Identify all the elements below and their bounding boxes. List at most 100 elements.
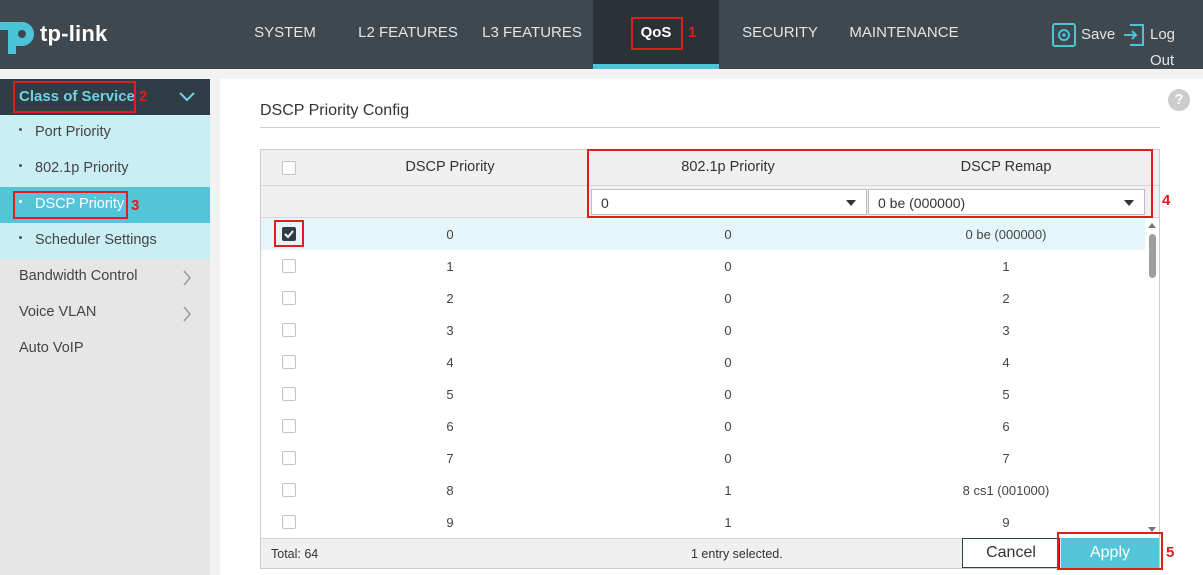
cell-remap: 9 (1002, 515, 1010, 530)
save-label: Save (1081, 26, 1116, 43)
scrollbar-thumb[interactable] (1149, 234, 1156, 278)
cell-priority: 0 (724, 323, 732, 338)
cell-dscp: 2 (446, 291, 454, 306)
main-panel: ? DSCP Priority Config DSCP Priority 802… (220, 79, 1203, 575)
logout-label: Log Out (1150, 26, 1176, 69)
sidebar-item-auto-voip[interactable]: Auto VoIP (0, 331, 210, 367)
cell-remap: 7 (1002, 451, 1010, 466)
cell-remap: 2 (1002, 291, 1010, 306)
selection-status: 1 entry selected. (691, 547, 783, 561)
column-dscp-priority: DSCP Priority (405, 159, 495, 175)
cell-remap: 8 cs1 (001000) (962, 483, 1050, 498)
sidebar-item-port-priority[interactable]: Port Priority (0, 115, 210, 151)
table-row[interactable]: 3 0 3 (261, 314, 1145, 346)
select-all-checkbox[interactable] (282, 161, 296, 175)
cell-priority: 1 (724, 515, 732, 530)
cell-remap: 1 (1002, 259, 1010, 274)
row-checkbox[interactable] (282, 451, 296, 465)
table-row[interactable]: 9 1 9 (261, 506, 1145, 538)
cell-priority: 0 (724, 451, 732, 466)
nav-maintenance[interactable]: MAINTENANCE (844, 0, 964, 69)
cell-dscp: 3 (446, 323, 454, 338)
sidebar-item-8021p-priority[interactable]: 802.1p Priority (0, 151, 210, 187)
brand-name: tp-link (40, 21, 108, 46)
row-checkbox[interactable] (282, 355, 296, 369)
table-row[interactable]: 8 1 8 cs1 (001000) (261, 474, 1145, 506)
top-bar: tp-link SYSTEM L2 FEATURES L3 FEATURES Q… (0, 0, 1203, 69)
annotation-4: 4 (1162, 192, 1171, 209)
table-row[interactable]: 0 0 0 be (000000) (261, 218, 1145, 250)
cell-remap: 4 (1002, 355, 1010, 370)
cell-dscp: 1 (446, 259, 454, 274)
highlight-box-row-checkbox (274, 220, 304, 247)
sidebar: Class of Service 2 Port Priority 802.1p … (0, 79, 210, 575)
bullet (19, 128, 22, 131)
chevron-right-icon (183, 306, 191, 322)
cell-priority: 0 (724, 419, 732, 434)
save-gear-icon (1052, 23, 1076, 47)
row-checkbox[interactable] (282, 291, 296, 305)
cell-dscp: 0 (446, 227, 454, 242)
help-icon[interactable]: ? (1168, 89, 1190, 111)
row-checkbox[interactable] (282, 323, 296, 337)
save-button[interactable]: Save (1051, 22, 1117, 48)
highlight-box-dscp-priority (13, 191, 128, 219)
cell-priority: 1 (724, 483, 732, 498)
cell-priority: 0 (724, 387, 732, 402)
scroll-up-icon (1148, 223, 1156, 228)
annotation-3: 3 (131, 197, 140, 214)
cell-remap: 3 (1002, 323, 1010, 338)
annotation-5: 5 (1166, 544, 1175, 561)
cell-dscp: 6 (446, 419, 454, 434)
cell-dscp: 8 (446, 483, 454, 498)
annotation-1: 1 (688, 24, 697, 41)
nav-l3-features[interactable]: L3 FEATURES (476, 0, 588, 69)
highlight-box-apply (1057, 532, 1163, 570)
cell-remap: 0 be (000000) (965, 227, 1047, 242)
cell-remap: 5 (1002, 387, 1010, 402)
row-checkbox[interactable] (282, 515, 296, 529)
row-checkbox[interactable] (282, 419, 296, 433)
cell-priority: 0 (724, 355, 732, 370)
nav-security[interactable]: SECURITY (732, 0, 828, 69)
cell-priority: 0 (724, 291, 732, 306)
chevron-down-icon (179, 92, 195, 102)
row-checkbox[interactable] (282, 387, 296, 401)
bullet (19, 236, 22, 239)
sidebar-item-voice-vlan[interactable]: Voice VLAN (0, 295, 210, 331)
table-footer: Total: 64 1 entry selected. Cancel Apply (261, 538, 1159, 568)
cell-dscp: 7 (446, 451, 454, 466)
highlight-box-class-of-service (13, 81, 136, 113)
table-row[interactable]: 1 0 1 (261, 250, 1145, 282)
sidebar-item-scheduler-settings[interactable]: Scheduler Settings (0, 223, 210, 259)
sidebar-item-bandwidth-control[interactable]: Bandwidth Control (0, 259, 210, 295)
table-row[interactable]: 7 0 7 (261, 442, 1145, 474)
divider (260, 127, 1160, 128)
highlight-box-edit-columns (587, 149, 1153, 218)
row-checkbox[interactable] (282, 259, 296, 273)
active-tab-indicator (593, 64, 719, 69)
cell-dscp: 4 (446, 355, 454, 370)
nav-l2-features[interactable]: L2 FEATURES (352, 0, 464, 69)
page-title: DSCP Priority Config (260, 102, 410, 119)
cell-dscp: 5 (446, 387, 454, 402)
logout-icon (1124, 24, 1144, 46)
table-row[interactable]: 4 0 4 (261, 346, 1145, 378)
table-row[interactable]: 2 0 2 (261, 282, 1145, 314)
cell-dscp: 9 (446, 515, 454, 530)
table-row[interactable]: 6 0 6 (261, 410, 1145, 442)
nav-system[interactable]: SYSTEM (240, 0, 330, 69)
cell-priority: 0 (724, 259, 732, 274)
table-scrollbar[interactable] (1145, 218, 1159, 538)
chevron-right-icon (183, 270, 191, 286)
cell-priority: 0 (724, 227, 732, 242)
highlight-box-qos (631, 17, 683, 50)
bullet (19, 164, 22, 167)
cell-remap: 6 (1002, 419, 1010, 434)
row-checkbox[interactable] (282, 483, 296, 497)
logout-button[interactable]: Log Out (1122, 22, 1203, 69)
table-row[interactable]: 5 0 5 (261, 378, 1145, 410)
total-count: Total: 64 (271, 547, 319, 561)
cancel-button[interactable]: Cancel (962, 538, 1060, 568)
annotation-2: 2 (139, 88, 148, 105)
